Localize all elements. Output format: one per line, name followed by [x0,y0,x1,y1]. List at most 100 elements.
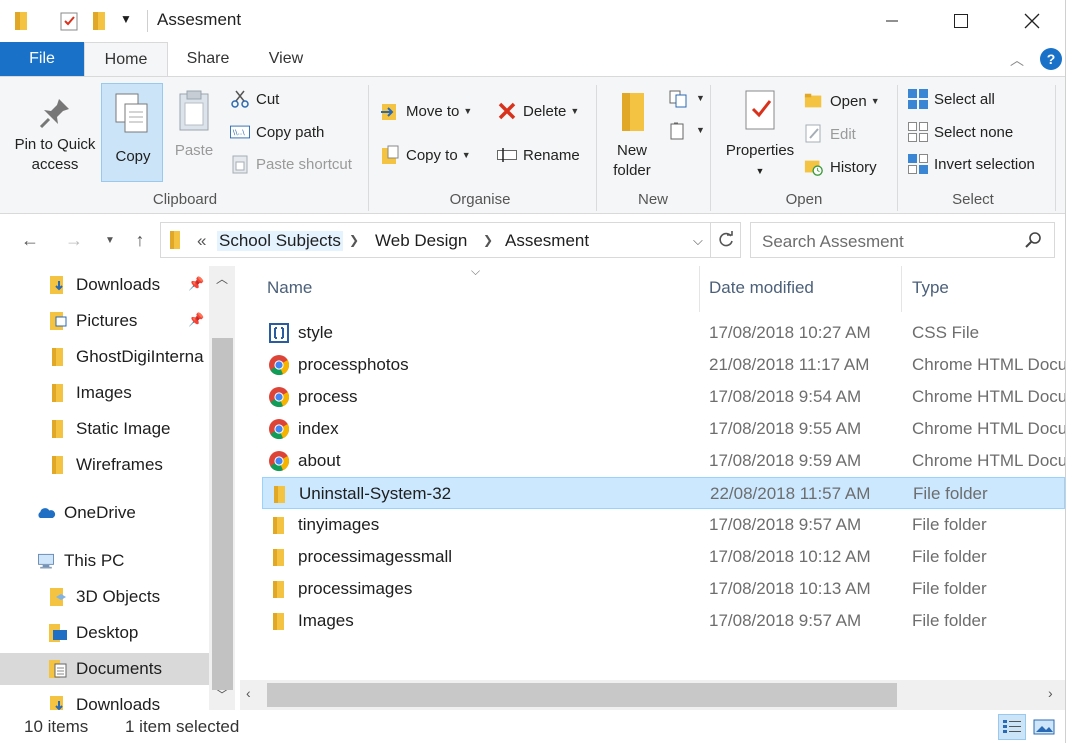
properties-button[interactable]: Properties ▼ [720,87,800,181]
column-header-date-modified[interactable]: Date modified [709,278,814,298]
pinned-icon[interactable]: 📌 [188,312,204,328]
properties-quick-access-icon[interactable] [58,10,80,37]
nav-item-documents[interactable]: Documents [0,653,209,685]
file-row[interactable]: about 17/08/2018 9:59 AM Chrome HTML Docu [262,445,1065,477]
search-box[interactable]: Search Assesment [750,222,1055,258]
minimize-button[interactable] [869,0,915,42]
select-all-button[interactable]: Select all [908,89,995,109]
address-dropdown-icon[interactable]: ⌵ [693,233,703,249]
large-icons-view-button[interactable] [1030,714,1058,740]
nav-pane-scroll-thumb[interactable] [212,338,233,690]
file-type: CSS File [912,323,980,342]
refresh-button[interactable] [711,222,741,258]
group-label-new: New [637,191,668,208]
nav-item-this-pc[interactable]: This PC [36,545,124,577]
file-row[interactable]: Uninstall-System-32 22/08/2018 11:57 AM Fi… [262,477,1065,509]
file-row[interactable]: process 17/08/2018 9:54 AM Chrome HTML Doc… [262,381,1065,413]
documents-icon [48,659,68,679]
file-row[interactable]: processimagessmall 17/08/2018 10:12 AM Fil… [262,541,1065,573]
pinned-icon[interactable]: 📌 [188,276,204,292]
column-header-type[interactable]: Type [912,278,949,298]
chevron-down-icon: ▼ [870,96,880,106]
nav-item-downloads-pc[interactable]: Downloads [48,689,160,710]
breadcrumb-overflow[interactable]: « [197,231,206,251]
nav-item-pictures[interactable]: Pictures [48,305,137,337]
history-button[interactable]: History [804,157,877,177]
paste-shortcut-button[interactable]: Paste shortcut [230,154,352,174]
paste-button[interactable]: Paste [166,89,222,161]
tab-file[interactable]: File [0,42,84,76]
maximize-button[interactable] [938,0,984,42]
nav-item-ghostdigiinterna[interactable]: GhostDigiInterna [48,341,204,373]
select-none-icon [908,122,928,142]
nav-item-images[interactable]: Images [48,377,132,409]
select-none-button[interactable]: Select none [908,122,1013,142]
nav-item-3d-objects[interactable]: 3D Objects [48,581,160,613]
nav-item-label: Documents [76,659,162,678]
back-button[interactable]: ← [18,228,42,252]
chrome-html-icon [268,354,290,376]
new-item-button[interactable]: ▼ [668,89,705,114]
move-to-button[interactable]: Move to ▼ [380,101,472,121]
breadcrumb-school-subjects[interactable]: School Subjects [217,231,343,251]
rename-icon [497,145,517,165]
search-input[interactable]: Search Assesment [762,232,904,252]
group-separator [1055,85,1056,211]
copy-to-button[interactable]: Copy to ▼ [380,145,471,165]
column-header-name[interactable]: Name [267,278,312,298]
column-separator[interactable] [901,266,902,312]
search-icon[interactable] [1025,231,1043,254]
nav-item-wireframes[interactable]: Wireframes [48,449,163,481]
new-folder-quick-access-icon[interactable] [92,10,110,37]
new-folder-button[interactable]: New folder [604,89,660,181]
scroll-up-icon[interactable]: ︿ [216,270,228,287]
address-bar[interactable]: « School Subjects ❯ Web Design ❯ Assesme… [160,222,711,258]
tab-view[interactable]: View [248,42,324,76]
new-folder-label-line2: folder [613,162,651,179]
up-button[interactable]: ↑ [128,228,152,252]
select-all-icon [908,89,928,109]
file-row[interactable]: processimages 17/08/2018 10:13 AM File fol… [262,573,1065,605]
invert-selection-button[interactable]: Invert selection [908,154,1035,174]
breadcrumb-web-design[interactable]: Web Design [375,231,467,251]
tab-share[interactable]: Share [168,42,248,76]
scroll-right-icon[interactable]: › [1048,685,1053,701]
forward-button[interactable]: → [62,228,86,252]
breadcrumb-separator-icon[interactable]: ❯ [483,233,493,247]
pin-to-quick-access-button[interactable]: Pin to Quick access [8,95,102,175]
delete-button[interactable]: Delete ▼ [497,101,579,121]
details-view-button[interactable] [998,714,1026,740]
recent-locations-button[interactable]: ▼ [98,228,122,252]
customize-toolbar-icon[interactable]: ▼ [120,12,132,26]
nav-item-desktop[interactable]: Desktop [48,617,138,649]
nav-item-downloads[interactable]: Downloads [48,269,160,301]
copy-path-button[interactable]: \\..\ Copy path [230,122,324,142]
breadcrumb-separator-icon[interactable]: ❯ [349,233,359,247]
nav-item-static-image[interactable]: Static Image [48,413,171,445]
nav-item-onedrive[interactable]: OneDrive [36,497,136,529]
horizontal-scroll-thumb[interactable] [267,683,897,707]
group-separator [897,85,898,211]
cut-button[interactable]: Cut [230,89,279,109]
collapse-ribbon-icon[interactable]: ︿ [1010,50,1024,70]
close-button[interactable] [1009,0,1055,42]
open-button[interactable]: Open ▼ [804,91,880,111]
edit-button[interactable]: Edit [804,124,856,144]
pictures-folder-icon [48,311,68,331]
file-row[interactable]: index 17/08/2018 9:55 AM Chrome HTML Docu [262,413,1065,445]
rename-button[interactable]: Rename [497,145,580,165]
help-icon[interactable]: ? [1040,48,1062,70]
new-folder-icon [604,89,660,141]
file-row[interactable]: tinyimages 17/08/2018 9:57 AM File folder [262,509,1065,541]
scroll-left-icon[interactable]: ‹ [246,685,251,701]
copy-button[interactable]: Copy [101,83,163,182]
sort-indicator-icon: ⌵ [471,266,481,278]
breadcrumb-assesment[interactable]: Assesment [505,231,589,251]
easy-access-button[interactable]: ▼ [668,121,705,146]
file-row[interactable]: processphotos 21/08/2018 11:17 AM Chrome H… [262,349,1065,381]
file-row[interactable]: Images 17/08/2018 9:57 AM File folder [262,605,1065,637]
column-separator[interactable] [699,266,700,312]
tab-home[interactable]: Home [84,42,168,77]
move-to-label: Move to [406,102,460,120]
file-row[interactable]: style 17/08/2018 10:27 AM CSS File [262,317,1065,349]
